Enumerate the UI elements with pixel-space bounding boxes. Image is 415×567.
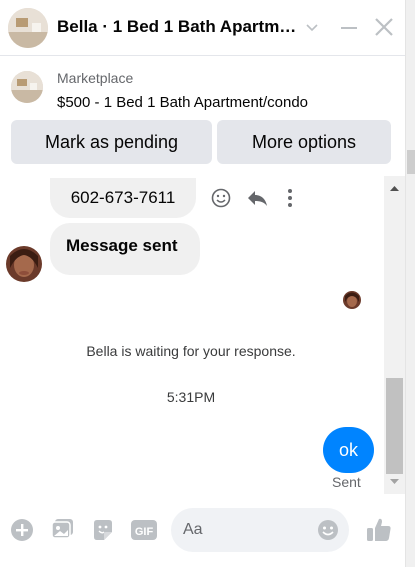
message-composer: GIF — [0, 500, 405, 567]
gif-icon[interactable]: GIF — [131, 519, 157, 541]
phone-number-bubble[interactable]: 602-673-7611 — [50, 178, 196, 218]
sent-status-label: Sent — [332, 474, 361, 490]
listing-photo[interactable] — [11, 71, 43, 103]
image-icon[interactable] — [51, 518, 75, 540]
message-sent-bubble[interactable]: Message sent — [50, 223, 200, 275]
chat-header: Bella · 1 Bed 1 Bath Apartm… — [0, 0, 415, 56]
scrollbar-thumb[interactable] — [386, 378, 403, 474]
marketplace-label: Marketplace — [57, 70, 134, 86]
message-input-wrapper[interactable] — [171, 508, 349, 552]
emoji-icon[interactable] — [317, 519, 339, 541]
scroll-up-arrow-icon[interactable] — [384, 182, 405, 194]
emoji-react-icon[interactable] — [211, 188, 231, 208]
seen-avatar — [343, 291, 361, 309]
minimize-icon[interactable] — [339, 18, 359, 38]
thread-scrollbar[interactable] — [384, 176, 405, 494]
close-icon[interactable] — [373, 16, 395, 38]
listing-thumbnail[interactable] — [8, 8, 48, 48]
reply-icon[interactable] — [246, 189, 268, 207]
window-scrollbar[interactable] — [405, 0, 415, 567]
mark-as-pending-button[interactable]: Mark as pending — [11, 120, 212, 164]
window-scrollbar-thumb[interactable] — [407, 150, 415, 174]
sticker-icon[interactable] — [91, 518, 115, 542]
message-thread[interactable]: 602-673-7611 Message sent Bella is waiti… — [0, 176, 415, 500]
waiting-status-text: Bella is waiting for your response. — [86, 343, 296, 359]
marketplace-listing: Marketplace $500 - 1 Bed 1 Bath Apartmen… — [0, 57, 415, 175]
message-timestamp: 5:31PM — [166, 389, 216, 405]
more-vertical-icon[interactable] — [286, 188, 294, 208]
scroll-down-arrow-icon[interactable] — [384, 476, 405, 488]
outgoing-message-bubble[interactable]: ok — [323, 427, 374, 473]
chat-title[interactable]: Bella · 1 Bed 1 Bath Apartm… — [57, 17, 302, 37]
avatar[interactable] — [6, 246, 42, 282]
more-options-button[interactable]: More options — [217, 120, 391, 164]
plus-icon[interactable] — [11, 519, 33, 541]
chevron-down-icon[interactable] — [305, 20, 319, 34]
listing-price-title[interactable]: $500 - 1 Bed 1 Bath Apartment/condo — [57, 94, 308, 111]
message-input[interactable] — [183, 508, 313, 552]
svg-text:GIF: GIF — [135, 526, 154, 538]
thumbs-up-icon[interactable] — [366, 517, 392, 542]
